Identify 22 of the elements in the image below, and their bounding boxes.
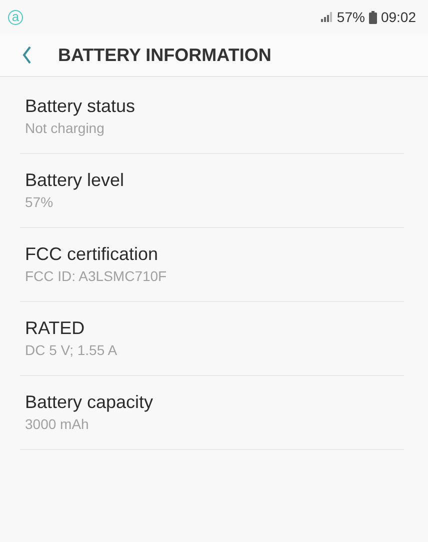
clock: 09:02 bbox=[380, 9, 416, 25]
info-row[interactable]: RATED DC 5 V; 1.55 A bbox=[20, 302, 404, 376]
battery-percent: 57% bbox=[336, 9, 365, 25]
item-title: Battery level bbox=[25, 169, 126, 192]
item-title: RATED bbox=[25, 317, 86, 340]
item-title: Battery status bbox=[25, 95, 136, 118]
item-title: Battery capacity bbox=[25, 391, 154, 414]
info-row[interactable]: Battery level 57% bbox=[20, 154, 404, 228]
item-value: 57% bbox=[25, 193, 54, 212]
item-value: 3000 mAh bbox=[25, 415, 90, 434]
battery-icon bbox=[368, 10, 377, 24]
item-value: FCC ID: A3LSMC710F bbox=[25, 267, 168, 286]
signal-icon bbox=[320, 12, 333, 22]
notification-badge: a bbox=[8, 10, 23, 24]
info-row[interactable]: Battery status Not charging bbox=[20, 80, 404, 154]
back-icon[interactable] bbox=[22, 46, 32, 64]
item-title: FCC certification bbox=[25, 243, 160, 266]
info-row[interactable]: FCC certification FCC ID: A3LSMC710F bbox=[20, 228, 404, 302]
info-row[interactable]: Battery capacity 3000 mAh bbox=[20, 376, 404, 450]
item-value: Not charging bbox=[25, 119, 106, 138]
item-value: DC 5 V; 1.55 A bbox=[25, 341, 118, 360]
page-title: BATTERY INFORMATION bbox=[58, 44, 272, 66]
